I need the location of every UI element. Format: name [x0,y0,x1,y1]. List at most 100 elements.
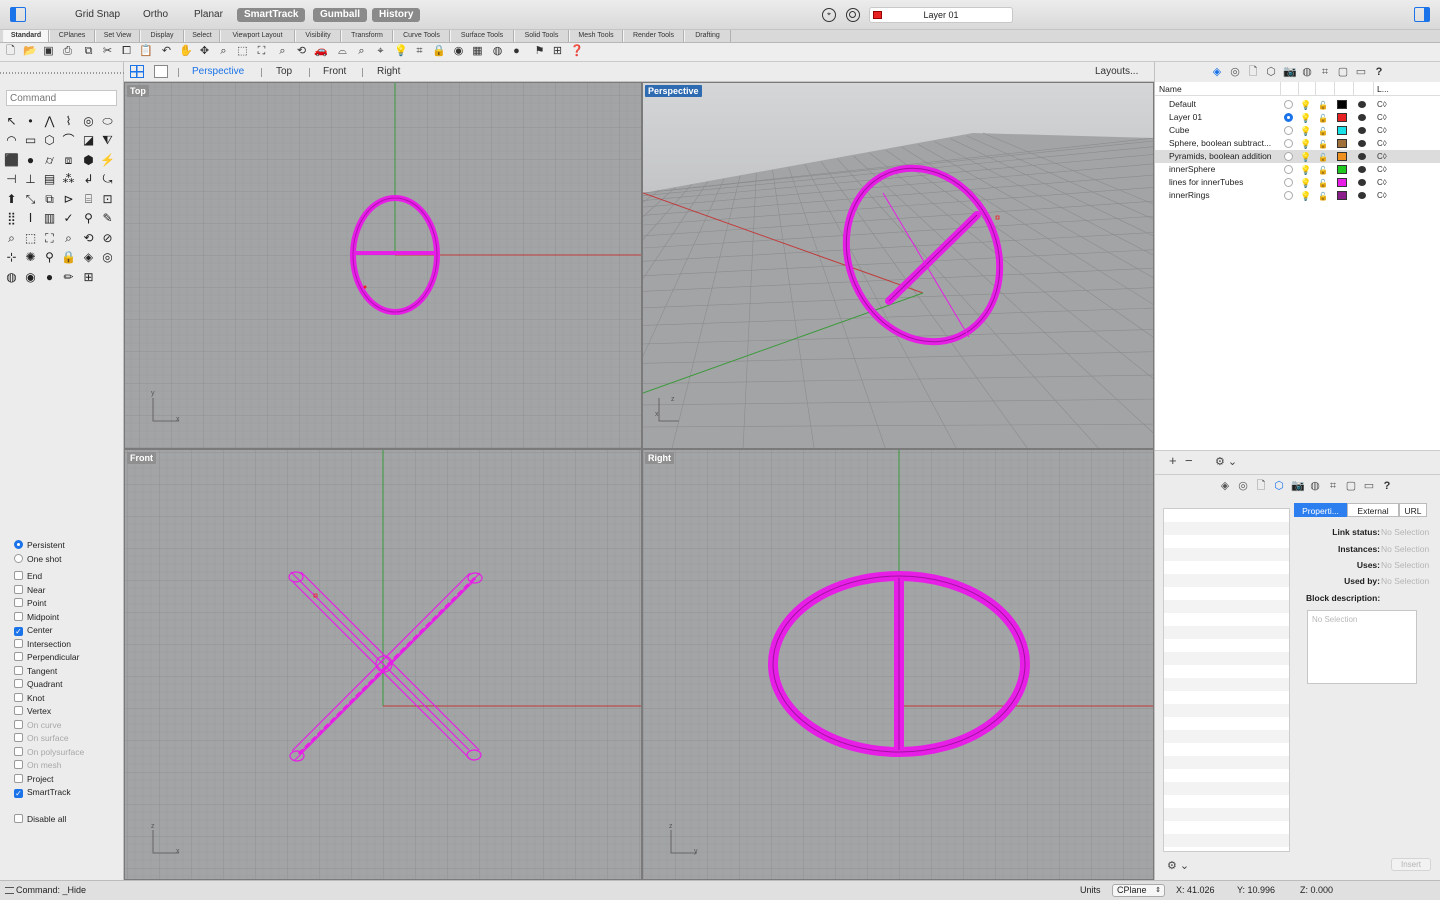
tab-set-view[interactable]: Set View [95,30,140,42]
material-sphere-icon[interactable] [1358,101,1366,108]
open-file-icon[interactable]: 📂 [23,45,37,58]
viewport-right[interactable]: z y Right [642,449,1154,880]
bulb-tool-icon[interactable]: ⚲ [42,250,57,265]
zoom-window-icon[interactable]: ⬚ [236,45,249,58]
dim-icon[interactable]: Ⅰ [23,211,38,226]
material-sphere-icon[interactable] [1358,153,1366,160]
osnap-knot[interactable]: Knot [14,692,45,705]
fillet-icon[interactable]: ↲ [81,172,96,187]
remove-layer-icon[interactable]: − [1185,453,1193,468]
check-icon[interactable]: ✓ [61,211,76,226]
zoom-tool-icon[interactable]: ⌕ [4,231,19,246]
cplane-tool-icon[interactable]: ⊹ [4,250,19,265]
current-layer-radio-icon[interactable] [1284,113,1293,122]
set-cplane-icon[interactable]: ⌖ [374,45,387,58]
osnap-smarttrack[interactable]: ✓ SmartTrack [14,786,71,799]
mesh-icon[interactable]: ⚡ [100,153,115,168]
hide-icon[interactable]: ⌗ [413,45,426,58]
record-icon[interactable]: ◉ [23,270,38,285]
layouts-button[interactable]: Layouts... [1095,66,1138,77]
tab-drafting[interactable]: Drafting [684,30,731,42]
sun-icon[interactable]: ✺ [23,250,38,265]
filter-icon[interactable]: ⌖ [822,8,836,22]
block-tab-external[interactable]: External [1347,503,1399,517]
layer-header-name[interactable]: Name [1159,82,1182,96]
cut-icon[interactable]: ✂ [101,45,114,58]
loft-icon[interactable]: ⧨ [100,133,115,148]
osnap-disable-all[interactable]: Disable all [14,813,66,826]
current-layer-dropdown[interactable]: Layer 01 [869,7,1013,23]
osnap-quadrant[interactable]: Quadrant [14,678,62,691]
units-button[interactable]: Units [1080,881,1101,900]
tab-cplanes[interactable]: CPlanes [49,30,95,42]
box-icon[interactable]: ⬛ [4,153,19,168]
layer-color-swatch[interactable] [1337,178,1347,187]
viewport-label-top[interactable]: Top [127,85,149,97]
lightbulb-icon[interactable]: 💡 [1300,190,1311,203]
tab-select[interactable]: Select [184,30,220,42]
select-color-icon[interactable]: ▦ [471,45,484,58]
explode-icon[interactable]: ⁂ [61,172,76,187]
viewport-label-front[interactable]: Front [127,452,156,464]
zoom-selected-tool-icon[interactable]: ⌕ [61,231,76,246]
named-view-icon[interactable]: ⌓ [336,45,349,58]
render-tab-icon[interactable]: ◎ [1237,480,1249,492]
layer-row[interactable]: Cube 💡 🔓 C◊ [1155,124,1440,137]
notes-panel-icon[interactable]: ⌗ [1319,66,1331,78]
grid-array-icon[interactable]: ⣿ [4,211,19,226]
color-tool-icon[interactable]: ◎ [100,250,115,265]
material-sphere-icon[interactable] [1358,166,1366,173]
render-sphere-icon[interactable]: ● [42,270,57,285]
material-sphere-icon[interactable] [1358,114,1366,121]
scale-icon[interactable]: ⊳ [61,192,76,207]
viewport-front[interactable]: z x Front [124,449,642,880]
camera-panel-icon[interactable]: 📷 [1283,66,1297,78]
color-wheel-icon[interactable]: ◉ [452,45,465,58]
linetype-icon[interactable]: C◊ [1377,150,1387,163]
tab-solid-tools[interactable]: Solid Tools [514,30,569,42]
linetype-icon[interactable]: C◊ [1377,176,1387,189]
sphere-icon[interactable]: ● [23,153,38,168]
analyze-icon[interactable]: ⚲ [81,211,96,226]
smarttrack-button[interactable]: SmartTrack [237,8,306,22]
osnap-midpoint[interactable]: Midpoint [14,611,59,624]
material-sphere-icon[interactable] [1358,179,1366,186]
layer-row[interactable]: Default 💡 🔓 C◊ [1155,98,1440,111]
block-tab-url[interactable]: URL [1399,503,1427,517]
material-sphere-icon[interactable] [1358,192,1366,199]
material-sphere-icon[interactable] [1358,140,1366,147]
layer-color-swatch[interactable] [1337,100,1347,109]
layers-panel-icon[interactable]: ◈ [1211,66,1223,78]
material-sphere-icon[interactable] [1358,127,1366,134]
dimension-icon[interactable]: ⚑ [533,45,546,58]
tab-viewport-layout[interactable]: Viewport Layout [220,30,295,42]
osnap-center[interactable]: ✓ Center [14,624,53,637]
polygon-icon[interactable]: ⬡ [42,133,57,148]
fillet-curve-icon[interactable]: ⌒ [61,133,76,148]
move-icon[interactable]: ⬆ [4,192,19,207]
osnap-end[interactable]: End [14,570,42,583]
record-history-icon[interactable] [846,8,860,22]
current-layer-radio-icon[interactable] [1284,100,1293,109]
document-tab-icon[interactable]: 🗋 [1255,480,1267,492]
copy-icon[interactable]: ⧠ [120,45,133,58]
tab-render-tools[interactable]: Render Tools [623,30,684,42]
current-layer-radio-icon[interactable] [1284,139,1293,148]
block-panel-icon[interactable]: ⬡ [1265,66,1277,78]
linetype-icon[interactable]: C◊ [1377,98,1387,111]
tab-visibility[interactable]: Visibility [295,30,341,42]
osnap-point[interactable]: Point [14,597,46,610]
layers-tab-icon[interactable]: ◈ [1219,480,1231,492]
block-tab-properties[interactable]: Properti... [1294,503,1347,517]
layer-header-linetype[interactable]: L... [1377,82,1389,96]
arc-icon[interactable]: ◠ [4,133,19,148]
ellipse-icon[interactable]: ⬭ [100,114,115,129]
layer-row[interactable]: innerRings 💡 🔓 C◊ [1155,189,1440,202]
camera-tab-icon[interactable]: 📷 [1291,480,1305,492]
rotate-icon[interactable]: ⧉ [42,192,57,207]
undo-icon[interactable]: ↶ [160,45,173,58]
cplane-dropdown[interactable]: CPlane ⇕ [1112,884,1165,897]
import-icon[interactable]: ⧉ [82,45,95,58]
linetype-icon[interactable]: C◊ [1377,163,1387,176]
grid-snap-button[interactable]: Grid Snap [68,8,127,22]
